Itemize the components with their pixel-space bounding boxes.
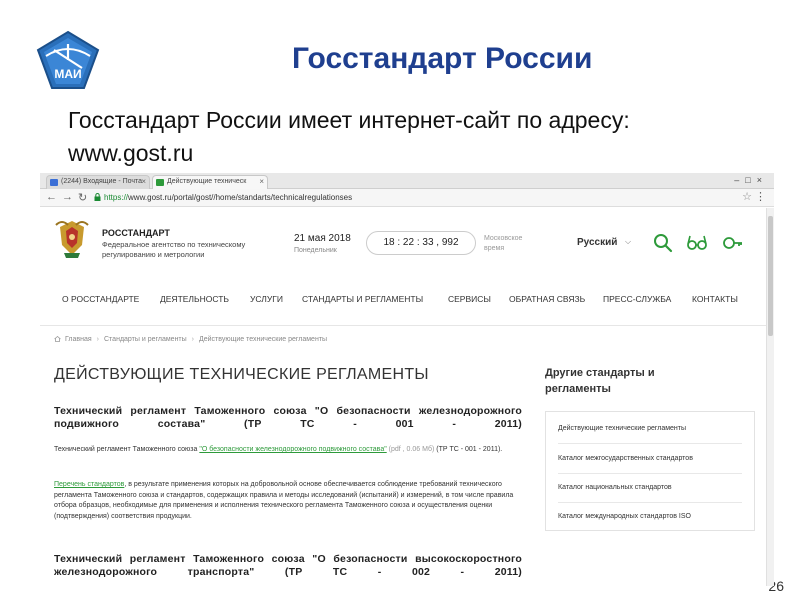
mai-logo: МАИ <box>36 30 100 89</box>
forward-icon[interactable]: → <box>62 191 73 203</box>
timezone-label: Московское время <box>484 235 523 252</box>
scroll-thumb[interactable] <box>768 216 773 336</box>
divider <box>558 502 742 503</box>
address-bar: ← → ↻ https://www.gost.ru/portal/gost//h… <box>40 189 774 207</box>
sidebar-link[interactable]: Каталог национальных стандартов <box>558 484 672 491</box>
glasses-icon[interactable] <box>686 232 708 254</box>
nav-item-services-online[interactable]: СЕРВИСЫ <box>448 294 491 304</box>
close-icon[interactable]: × <box>141 177 146 186</box>
breadcrumb-standards[interactable]: Стандарты и регламенты <box>104 336 187 343</box>
standards-list-link[interactable]: Перечень стандартов <box>54 481 124 488</box>
tab-regulations[interactable]: Действующие техническ × <box>152 175 268 189</box>
sidebar-links: Действующие технические регламенты Катал… <box>545 411 755 531</box>
sidebar-link[interactable]: Каталог межгосударственных стандартов <box>558 455 693 462</box>
standards-list-paragraph: Перечень стандартов, в результате примен… <box>54 480 522 522</box>
breadcrumb-separator: › <box>96 336 99 343</box>
url-input[interactable]: https://www.gost.ru/portal/gost//home/st… <box>104 193 352 202</box>
url-scheme: https:// <box>104 193 129 202</box>
home-icon[interactable] <box>54 336 61 342</box>
slide-title: Госстандарт России <box>292 42 593 75</box>
nav-item-feedback[interactable]: ОБРАТНАЯ СВЯЗЬ <box>509 294 585 304</box>
nav-item-services[interactable]: УСЛУГИ <box>250 294 283 304</box>
site-favicon-icon <box>156 179 164 186</box>
current-date: 21 мая 2018 <box>294 233 351 244</box>
nav-item-standards[interactable]: СТАНДАРТЫ И РЕГЛАМЕНТЫ <box>302 294 423 304</box>
regulation-description: Технический регламент Таможенного союза … <box>54 445 522 456</box>
tab-mail[interactable]: (2244) Входящие - Почта × <box>46 175 150 189</box>
page-heading: ДЕЙСТВУЮЩИЕ ТЕХНИЧЕСКИЕ РЕГЛАМЕНТЫ <box>54 366 429 383</box>
clock: 18 : 22 : 33 , 992 <box>366 231 476 255</box>
weekday: Понедельник <box>294 247 337 254</box>
breadcrumb-current: Действующие технические регламенты <box>199 336 328 343</box>
breadcrumb: Главная › Стандарты и регламенты › Действующ… <box>54 336 327 343</box>
window-controls[interactable]: –□× <box>734 175 768 185</box>
intro-line: Госстандарт России имеет интернет-сайт п… <box>68 107 630 133</box>
org-description: Федеральное агентство по техническому ре… <box>102 240 246 259</box>
language-select[interactable]: Русский <box>577 237 617 248</box>
sidebar-link[interactable]: Каталог международных стандартов ISO <box>558 513 691 520</box>
back-icon[interactable]: ← <box>46 191 57 203</box>
key-icon[interactable] <box>722 232 744 254</box>
regulation-link[interactable]: "О безопасности железнодорожного подвижн… <box>199 446 386 453</box>
org-name: РОССТАНДАРТ <box>102 228 170 238</box>
nav-item-activity[interactable]: ДЕЯТЕЛЬНОСТЬ <box>160 294 229 304</box>
coat-of-arms-icon <box>55 221 89 258</box>
tab-label: Действующие техническ <box>167 178 247 185</box>
regulation-code: (ТР ТС - 001 - 2011). <box>434 446 503 453</box>
mail-icon <box>50 179 58 186</box>
regulation-title: Технический регламент Таможенного союза … <box>54 405 522 430</box>
chevron-down-icon[interactable]: ⌵ <box>625 237 631 247</box>
tab-bar: (2244) Входящие - Почта × Действующие те… <box>40 173 774 189</box>
file-info: (pdf , 0.06 Мб) <box>386 446 435 453</box>
url-path: www.gost.ru/portal/gost//home/standarts/… <box>128 193 353 202</box>
divider <box>558 473 742 474</box>
regulation-title: Технический регламент Таможенного союза … <box>54 553 522 578</box>
logo-text: МАИ <box>54 67 81 81</box>
close-icon[interactable]: × <box>259 177 264 186</box>
menu-icon[interactable]: ⋮ <box>755 190 766 203</box>
regulation-prefix: Технический регламент Таможенного союза <box>54 446 200 453</box>
sidebar-title: Другие стандарты и регламенты <box>545 367 655 395</box>
header-divider <box>40 325 774 326</box>
bookmark-star-icon[interactable]: ☆ <box>742 190 752 203</box>
nav-item-press[interactable]: ПРЕСС-СЛУЖБА <box>603 294 671 304</box>
divider <box>558 443 742 444</box>
intro-url: www.gost.ru <box>68 140 194 166</box>
sidebar-link[interactable]: Действующие технические регламенты <box>558 425 686 432</box>
browser-screenshot: (2244) Входящие - Почта × Действующие те… <box>40 173 774 586</box>
nav-item-about[interactable]: О РОССТАНДАРТЕ <box>62 294 139 304</box>
main-nav: О РОССТАНДАРТЕ ДЕЯТЕЛЬНОСТЬ УСЛУГИ СТАНД… <box>62 294 762 308</box>
tab-label: (2244) Входящие - Почта <box>61 178 143 185</box>
breadcrumb-home[interactable]: Главная <box>65 336 92 343</box>
intro-text: Госстандарт России имеет интернет-сайт п… <box>68 104 768 170</box>
scrollbar[interactable] <box>766 208 774 586</box>
breadcrumb-separator: › <box>191 336 195 343</box>
search-icon[interactable] <box>652 232 674 254</box>
nav-item-contacts[interactable]: КОНТАКТЫ <box>692 294 738 304</box>
lock-icon <box>94 193 101 201</box>
reload-icon[interactable]: ↻ <box>78 191 87 204</box>
